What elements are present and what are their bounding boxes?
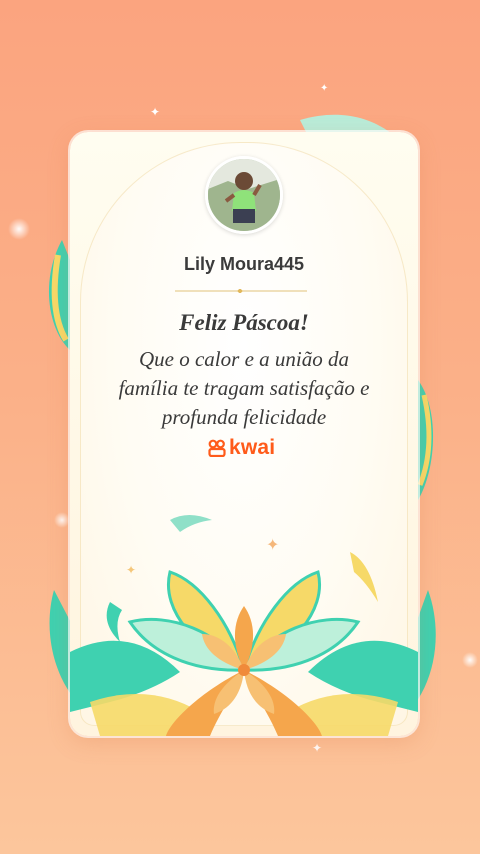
greeting-title: Feliz Páscoa!	[179, 310, 309, 335]
flower-decoration: ✦ ✦	[70, 515, 418, 736]
message-line: profunda felicidade	[161, 405, 327, 429]
greeting-message: Que o calor e a união da família te trag…	[94, 345, 394, 432]
svg-text:✦: ✦	[266, 535, 279, 554]
avatar-photo	[208, 159, 280, 231]
avatar[interactable]	[205, 156, 283, 234]
user-name: Lily Moura445	[183, 254, 305, 274]
kwai-logo-icon	[208, 439, 226, 457]
divider	[175, 289, 307, 293]
message-line: Que o calor e a união da	[139, 347, 349, 371]
message-line: família te tragam satisfação e	[118, 376, 370, 400]
kwai-wordmark: kwai	[229, 436, 276, 459]
svg-text:✦: ✦	[126, 563, 136, 577]
greeting-card: Lily Moura445 Feliz Páscoa! Que o calor …	[70, 132, 418, 736]
kwai-brand: kwai	[208, 436, 276, 459]
